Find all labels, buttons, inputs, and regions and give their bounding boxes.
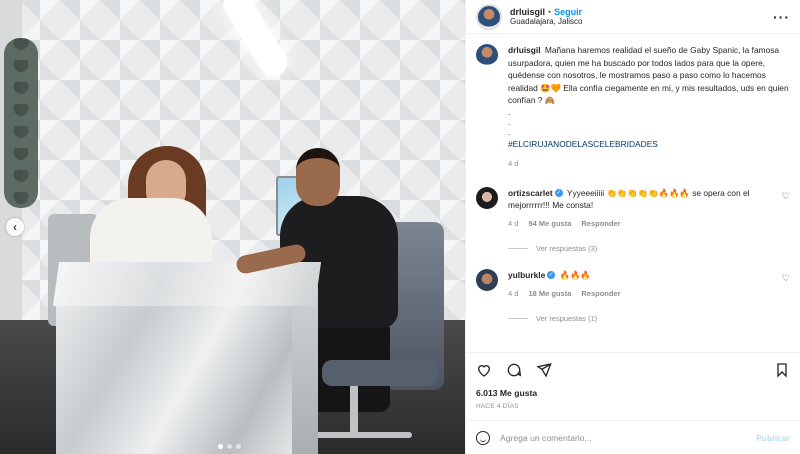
office-chair-base [350,386,358,438]
marble-desk-side [292,286,318,454]
post-timestamp: HACE 4 DÍAS [476,403,519,410]
avatar[interactable] [476,44,498,66]
marble-desk-top [52,262,322,306]
carousel-dot [236,444,241,449]
comment-heart-icon[interactable]: ♡ [782,191,790,202]
caption-dot: . [508,126,511,137]
christmas-garland [4,38,38,208]
comment-username[interactable]: yulburkle [508,270,545,280]
caption-dot: . [508,116,511,127]
carousel-dot [227,444,232,449]
view-replies-label: Ver respuestas (3) [536,243,598,253]
comments-section: drluisgil Mañana haremos realidad el sue… [466,34,800,352]
divider [508,317,528,319]
heart-icon[interactable] [476,362,492,380]
comment-likes[interactable]: 18 Me gusta [528,288,571,300]
post-username[interactable]: drluisgil [510,7,545,17]
verified-badge-icon: ✓ [554,189,563,198]
reply-button[interactable]: Responder [581,218,620,230]
reply-button[interactable]: Responder [581,288,620,300]
avatar[interactable] [476,3,502,30]
follow-button[interactable]: Seguir [554,7,582,17]
caption-time: 4 d [508,159,519,168]
comment-heart-icon[interactable]: ♡ [782,273,790,284]
post-photo[interactable]: ‹ [0,0,465,454]
view-replies-button[interactable]: Ver respuestas (1) [508,314,790,323]
comment-text: 🔥🔥🔥 [559,269,591,280]
comment-composer: Publicar [466,420,800,454]
comment-time: 4 d [508,218,519,228]
bookmark-icon[interactable] [774,362,790,380]
publish-button[interactable]: Publicar [756,433,790,443]
post-side-panel: drluisgil • Seguir Guadalajara, Jalisco ··… [465,0,800,454]
dot-separator: • [548,6,552,17]
divider [508,247,528,249]
view-replies-label: Ver respuestas (1) [536,313,598,323]
emoji-icon[interactable] [476,430,490,445]
post-actions [466,352,800,388]
send-icon[interactable] [536,362,552,380]
caption-text: Mañana haremos realidad el sueño de Gaby… [508,45,789,105]
view-replies-button[interactable]: Ver respuestas (3) [508,244,790,253]
likes-count[interactable]: 6.013 Me gusta [466,388,800,398]
comment-likes[interactable]: 94 Me gusta [528,218,571,230]
office-chair-seat [322,360,438,386]
comment-input[interactable] [500,432,747,443]
verified-badge-icon: ✓ [547,271,556,280]
chevron-left-icon[interactable]: ‹ [6,218,24,236]
post-caption: drluisgil Mañana haremos realidad el sue… [476,44,790,171]
comment-icon[interactable] [506,362,522,380]
post-location[interactable]: Guadalajara, Jalisco [510,17,765,26]
man-head [296,148,340,206]
woman-figure [90,198,212,270]
marble-desk-front [56,300,292,454]
post-header: drluisgil • Seguir Guadalajara, Jalisco ··… [466,0,800,34]
more-horizontal-icon[interactable]: ··· [773,9,790,25]
carousel-dots [218,444,241,449]
comment-item: yulburkle ✓ 🔥🔥🔥 4 d 18 Me gusta Responder… [476,268,790,300]
avatar[interactable] [476,268,498,291]
hashtag-link[interactable]: #ELCIRUJANODELASCELEBRIDADES [508,138,790,151]
comment-username[interactable]: ortizscarlet [508,188,553,198]
comment-time: 4 d [508,288,519,298]
caption-username[interactable]: drluisgil [508,45,541,55]
comment-item: ortizscarlet ✓ Yyyeeeiiiii 👏👏👏👏👏🔥🔥🔥 se op… [476,186,790,230]
caption-dot: . [508,106,511,117]
carousel-dot-active [218,444,223,449]
avatar[interactable] [476,186,498,209]
